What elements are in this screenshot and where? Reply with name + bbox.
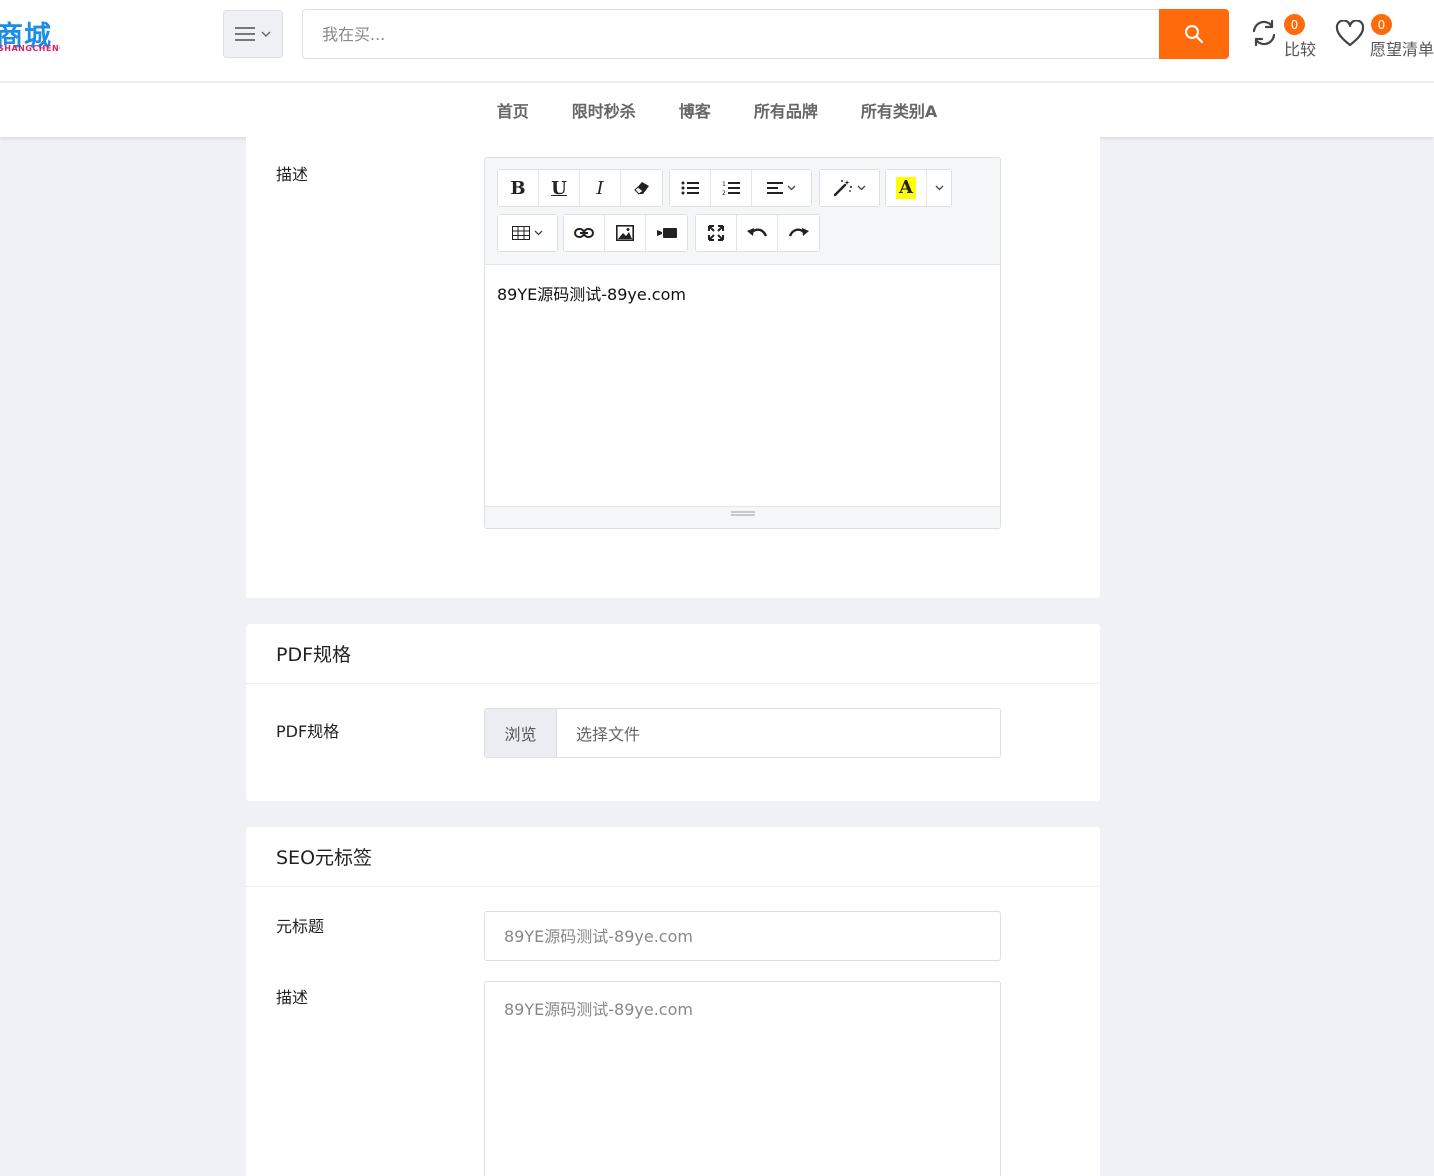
logo-subtext: SHANGCHENG <box>0 44 60 53</box>
compare-count-badge: 0 <box>1284 14 1305 35</box>
compare-button[interactable]: 0 比较 <box>1250 12 1320 62</box>
pdf-spec-label: PDF规格 <box>276 722 340 741</box>
style-group <box>819 169 880 207</box>
nav-item-brands[interactable]: 所有品牌 <box>754 98 818 122</box>
editor-toolbar: B U I 12 A <box>485 158 1000 265</box>
search-button[interactable] <box>1159 9 1229 59</box>
eraser-icon <box>633 182 649 195</box>
undo-button[interactable] <box>737 215 778 251</box>
view-group <box>695 214 820 252</box>
site-logo[interactable]: 商城 SHANGCHENG <box>0 14 60 58</box>
search-icon <box>1185 25 1204 44</box>
link-icon <box>574 228 594 238</box>
hamburger-icon <box>235 27 255 41</box>
align-dropdown-button[interactable] <box>752 170 811 206</box>
image-icon <box>616 225 634 241</box>
nav-item-blog[interactable]: 博客 <box>679 98 711 122</box>
redo-icon <box>788 228 809 237</box>
editor-resize-handle[interactable] <box>485 506 1000 528</box>
nav-item-home[interactable]: 首页 <box>497 98 529 122</box>
chevron-down-icon <box>261 31 271 37</box>
editor-content[interactable]: 89YE源码测试-89ye.com <box>485 265 1000 506</box>
category-menu-button[interactable] <box>223 10 283 58</box>
site-header: 商城 SHANGCHENG 0 比较 0 愿望清单 <box>0 0 1434 82</box>
nav-item-categories[interactable]: 所有类别A <box>861 98 937 122</box>
undo-icon <box>747 228 767 237</box>
text-color-button[interactable]: A <box>886 170 927 206</box>
wishlist-button[interactable]: 0 愿望清单 <box>1335 12 1434 62</box>
numbered-list-button[interactable]: 12 <box>711 170 752 206</box>
link-button[interactable] <box>564 215 605 251</box>
seo-meta-card: SEO元标签 元标题 描述 <box>246 827 1100 1176</box>
bullet-list-button[interactable] <box>670 170 711 206</box>
bold-button[interactable]: B <box>498 170 539 206</box>
table-dropdown-button[interactable] <box>498 215 557 251</box>
italic-icon: I <box>596 177 604 199</box>
text-color-icon: A <box>896 177 916 199</box>
refresh-icon <box>1252 19 1276 47</box>
magic-wand-icon <box>833 180 852 197</box>
redo-button[interactable] <box>778 215 819 251</box>
pdf-spec-card: PDF规格 PDF规格 浏览 选择文件 <box>246 624 1100 801</box>
description-card: 描述 B U I 12 A 89YE源码测试-89ye.com <box>246 137 1100 598</box>
svg-text:2: 2 <box>722 190 726 196</box>
italic-button[interactable]: I <box>580 170 621 206</box>
bullet-list-icon <box>681 181 699 195</box>
compare-label: 比较 <box>1284 40 1317 59</box>
browse-button[interactable]: 浏览 <box>485 709 557 757</box>
heart-icon <box>1335 20 1365 47</box>
image-button[interactable] <box>605 215 646 251</box>
color-group: A <box>885 169 952 207</box>
file-name-placeholder: 选择文件 <box>576 725 641 744</box>
bold-icon: B <box>510 177 526 199</box>
paragraph-group: 12 <box>669 169 812 207</box>
main-nav: 首页 限时秒杀 博客 所有品牌 所有类别A <box>0 83 1434 137</box>
underline-button[interactable]: U <box>539 170 580 206</box>
table-group <box>497 214 558 252</box>
meta-title-input[interactable] <box>484 911 1001 961</box>
meta-title-label: 元标题 <box>276 917 325 936</box>
video-icon <box>656 228 677 238</box>
insert-group <box>563 214 688 252</box>
numbered-list-icon: 12 <box>722 181 740 196</box>
search-input[interactable] <box>302 9 1160 59</box>
table-icon <box>512 226 530 240</box>
meta-description-textarea[interactable] <box>484 981 1001 1176</box>
align-icon <box>767 182 783 194</box>
chevron-down-icon <box>534 230 543 236</box>
meta-description-label: 描述 <box>276 988 309 1007</box>
nav-item-flash-sale[interactable]: 限时秒杀 <box>572 98 636 122</box>
description-label: 描述 <box>276 165 309 184</box>
chevron-down-icon <box>787 185 796 191</box>
wishlist-count-badge: 0 <box>1371 14 1392 35</box>
chevron-down-icon <box>935 185 943 191</box>
clear-format-button[interactable] <box>621 170 662 206</box>
underline-icon: U <box>551 177 567 199</box>
color-dropdown-button[interactable] <box>927 170 951 206</box>
style-dropdown-button[interactable] <box>820 170 879 206</box>
video-button[interactable] <box>646 215 687 251</box>
fullscreen-icon <box>708 225 724 241</box>
grip-icon <box>730 511 755 516</box>
svg-text:1: 1 <box>722 181 726 188</box>
rich-text-editor: B U I 12 A 89YE源码测试-89ye.com <box>484 157 1001 529</box>
chevron-down-icon <box>857 185 866 191</box>
wishlist-label: 愿望清单 <box>1370 40 1434 59</box>
pdf-spec-title: PDF规格 <box>246 624 1100 684</box>
font-style-group: B U I <box>497 169 663 207</box>
fullscreen-button[interactable] <box>696 215 737 251</box>
pdf-file-input[interactable]: 浏览 选择文件 <box>484 708 1001 758</box>
seo-meta-title: SEO元标签 <box>246 827 1100 887</box>
